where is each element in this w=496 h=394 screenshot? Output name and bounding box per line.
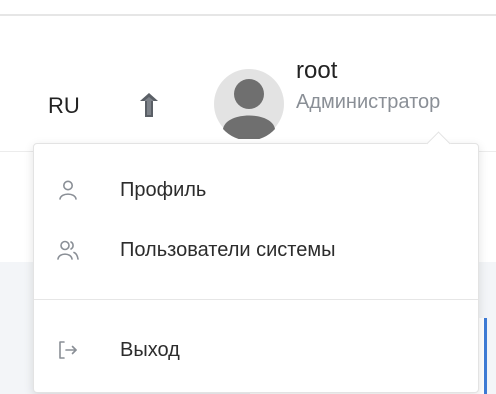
user-role: Администратор xyxy=(296,91,441,113)
menu-separator xyxy=(34,299,478,300)
tree-structure-icon[interactable] xyxy=(136,91,162,119)
top-divider xyxy=(0,14,496,16)
user-avatar-icon[interactable] xyxy=(214,69,284,141)
user-dropdown-menu: Профиль Пользователи системы Выход xyxy=(33,131,479,393)
menu-item-system-users[interactable]: Пользователи системы xyxy=(34,228,478,272)
menu-item-label: Профиль xyxy=(120,178,207,201)
logout-icon xyxy=(56,338,80,362)
users-icon xyxy=(56,238,80,262)
menu-item-profile[interactable]: Профиль xyxy=(34,168,478,212)
menu-item-logout[interactable]: Выход xyxy=(34,328,478,372)
user-name[interactable]: root xyxy=(296,57,337,85)
page: RU root Администратор Профиль Пользовате… xyxy=(0,0,496,394)
dropdown-caret xyxy=(426,131,451,156)
language-switcher[interactable]: RU xyxy=(48,93,80,119)
user-icon xyxy=(56,178,80,202)
menu-item-label: Выход xyxy=(120,338,180,361)
menu-item-label: Пользователи системы xyxy=(120,238,336,261)
